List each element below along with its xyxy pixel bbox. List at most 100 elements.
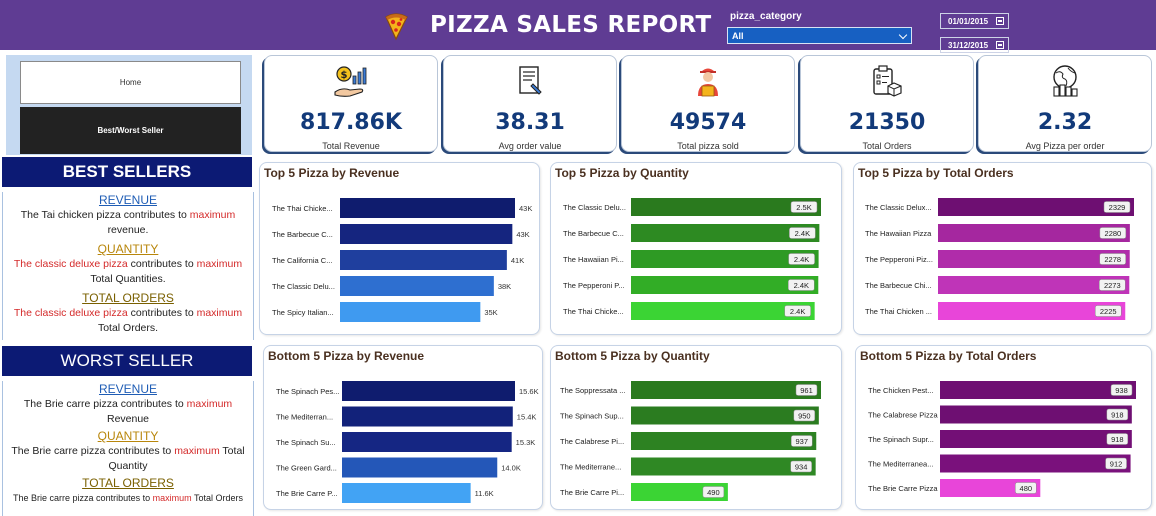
chart-card: Bottom 5 Pizza by Revenue The Spinach Pe… <box>263 345 543 510</box>
category-label: The Calabrese Pi... <box>560 437 624 446</box>
chart-card: Bottom 5 Pizza by Total Orders The Chick… <box>855 345 1152 510</box>
data-label: 934 <box>795 462 808 471</box>
bar <box>340 302 481 322</box>
category-label: The California C... <box>272 256 332 265</box>
bar <box>940 430 1132 448</box>
category-label: The Hawaiian Pi... <box>563 255 624 264</box>
data-label: 938 <box>1115 386 1128 395</box>
worst-seller-panel: REVENUE The Brie carre pizza contributes… <box>2 381 254 516</box>
calendar-icon[interactable] <box>996 41 1004 49</box>
bar <box>940 381 1136 399</box>
category-label: The Spinach Supr... <box>868 435 934 444</box>
data-label: 15.4K <box>517 413 537 422</box>
bar-chart: The Classic Delu... 2.5K The Barbecue C...… <box>563 198 821 320</box>
worst-orders-text: The Brie carre pizza contributes to maxi… <box>13 493 243 503</box>
kpi-label: Total Revenue <box>322 141 380 151</box>
kpi-card-total-revenue: $ 817.86K Total Revenue <box>264 55 438 152</box>
category-label: The Calabrese Pizza <box>868 411 938 420</box>
bar <box>631 381 821 399</box>
category-label: The Pepperoni Piz... <box>865 255 933 264</box>
category-dropdown-value: All <box>732 31 744 41</box>
worst-revenue-heading: REVENUE <box>98 382 157 396</box>
bar-chart: The Classic Delux... 2329 The Hawaiian Piz… <box>865 198 1134 320</box>
delivery-person-icon <box>698 68 718 97</box>
best-revenue-text: The Tai chicken pizza contributes to max… <box>20 209 236 236</box>
kpi-label: Total pizza sold <box>677 141 739 151</box>
bar-chart: The Thai Chicke... 43K The Barbecue C... 43… <box>272 198 532 322</box>
worst-seller-heading: WORST SELLER <box>2 346 252 376</box>
data-label: 2329 <box>1109 203 1126 212</box>
best-sellers-heading: BEST SELLERS <box>2 157 252 187</box>
bar <box>340 250 507 270</box>
start-date-input[interactable]: 01/01/2015 <box>940 13 1009 29</box>
category-label: The Mediterrane... <box>560 463 621 472</box>
home-button[interactable]: Home <box>20 61 241 104</box>
worst-quantity-heading: QUANTITY <box>97 429 159 443</box>
worst-orders-heading: TOTAL ORDERS <box>82 476 174 490</box>
data-label: 918 <box>1111 435 1124 444</box>
bar-chart: The Spinach Pes... 15.6K The Mediterran...… <box>276 381 539 503</box>
bar-chart: The Chicken Pest... 938 The Calabrese Pizz… <box>868 381 1136 497</box>
data-label: 2.5K <box>796 203 811 212</box>
data-label: 15.6K <box>519 387 539 396</box>
chart-card: Top 5 Pizza by Quantity The Classic Delu… <box>550 162 842 335</box>
bar <box>342 381 515 401</box>
worst-revenue-text: The Brie carre pizza contributes to maxi… <box>23 398 233 425</box>
bar <box>342 432 512 452</box>
chart-card: Bottom 5 Pizza by Quantity The Soppressa… <box>550 345 842 510</box>
data-label: 35K <box>484 308 497 317</box>
best-quantity-text: The classic deluxe pizza contributes to … <box>13 258 243 285</box>
kpi-card-avg-order-value: 38.31 Avg order value <box>443 55 617 152</box>
bar-chart: The Soppressata ... 961 The Spinach Sup...… <box>560 381 821 501</box>
end-date-input[interactable]: 31/12/2015 <box>940 37 1009 53</box>
kpi-value: 21350 <box>848 110 926 135</box>
category-label: The Mediterran... <box>276 413 333 422</box>
bar <box>631 432 817 450</box>
best-worst-seller-button[interactable]: Best/Worst Seller <box>20 107 241 154</box>
category-label: The Thai Chicken ... <box>865 307 932 316</box>
category-label: The Spicy Italian... <box>272 308 334 317</box>
data-label: 2.4K <box>795 229 810 238</box>
kpi-card-total-pizza-sold: 49574 Total pizza sold <box>621 55 795 152</box>
data-label: 14.0K <box>501 464 521 473</box>
best-sellers-panel: REVENUE The Tai chicken pizza contribute… <box>2 192 254 340</box>
chevron-down-icon <box>898 30 908 40</box>
bar <box>940 454 1131 473</box>
clipboard-box-icon <box>873 65 902 97</box>
category-label: The Brie Carre Pi... <box>560 488 624 497</box>
kpi-label: Avg order value <box>498 141 562 151</box>
category-label: The Pepperoni P... <box>563 281 625 290</box>
data-label: 11.6K <box>475 489 494 498</box>
category-label: The Hawaiian Pizza <box>865 229 932 238</box>
bar <box>340 276 494 296</box>
data-label: 43K <box>516 230 529 239</box>
data-label: 2225 <box>1100 307 1117 316</box>
data-label: 15.3K <box>516 438 536 447</box>
data-label: 38K <box>498 282 511 291</box>
bar <box>340 224 513 244</box>
worst-quantity-text: The Brie carre pizza contributes to maxi… <box>11 445 245 472</box>
chart-card: Top 5 Pizza by Total Orders The Classic … <box>853 162 1152 335</box>
category-label: The Barbecue C... <box>272 230 333 239</box>
category-label: The Chicken Pest... <box>868 386 933 395</box>
data-label: 490 <box>707 488 720 497</box>
kpi-label: Total Orders <box>862 141 912 151</box>
category-label: The Classic Delu... <box>272 282 335 291</box>
data-label: 43K <box>519 204 532 213</box>
pizza-icon <box>385 13 408 41</box>
data-label: 961 <box>800 386 813 395</box>
bar <box>340 198 515 218</box>
svg-text:$: $ <box>341 70 348 81</box>
bar <box>342 406 513 427</box>
best-orders-heading: TOTAL ORDERS <box>82 291 174 305</box>
bar <box>631 457 816 476</box>
kpi-label: Avg Pizza per order <box>1025 141 1105 151</box>
data-label: 41K <box>511 256 524 265</box>
data-label: 480 <box>1020 484 1033 493</box>
calendar-icon[interactable] <box>996 17 1004 25</box>
data-label: 2278 <box>1104 255 1121 264</box>
data-label: 2.4K <box>794 281 809 290</box>
category-label: The Spinach Pes... <box>276 387 339 396</box>
category-dropdown[interactable]: All <box>727 27 912 44</box>
category-label: The Brie Carre P... <box>276 489 338 498</box>
